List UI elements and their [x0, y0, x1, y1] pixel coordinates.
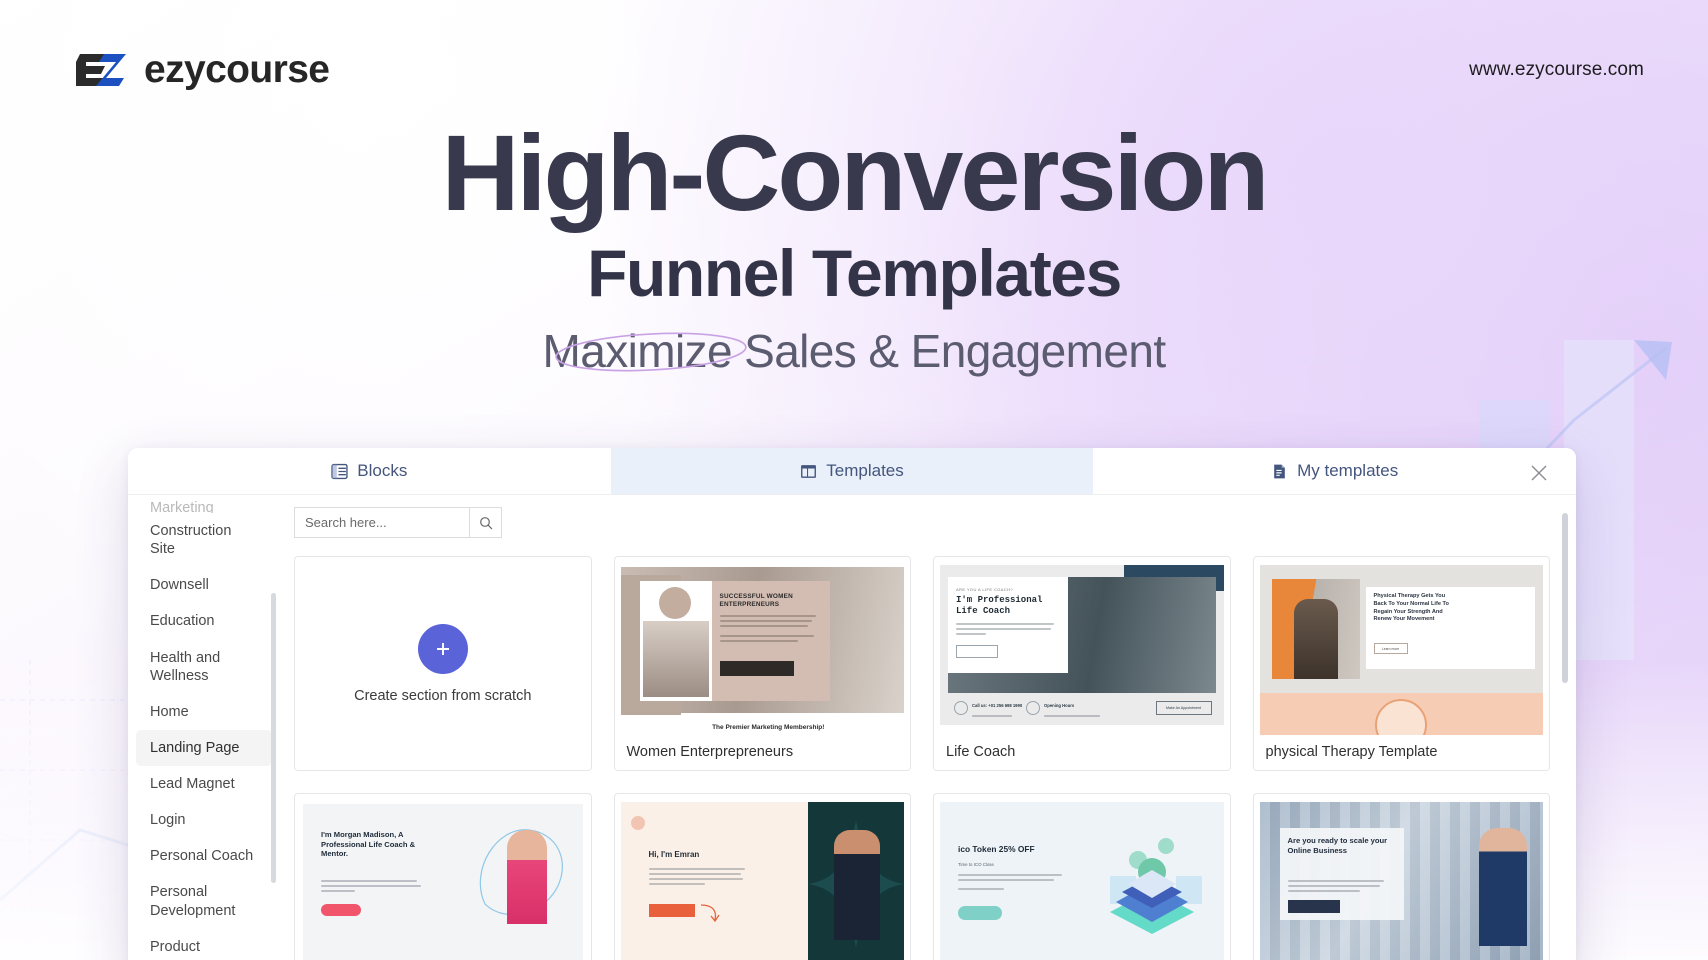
search-button[interactable]: [469, 507, 502, 538]
thumb-hours: Opening Hours: [1044, 703, 1075, 708]
templates-grid: Create section from scratch SUCCESSFUL W…: [294, 556, 1550, 960]
hero-subtitle: Funnel Templates: [587, 236, 1122, 311]
sidebar-item-clipped[interactable]: Marketing: [136, 499, 272, 513]
site-url: www.ezycourse.com: [1469, 59, 1644, 80]
sidebar-item-personal-development[interactable]: Personal Development: [136, 874, 272, 928]
template-thumbnail: Are you ready to scale your Online Busin…: [1254, 794, 1550, 960]
thumb-headline: ico Token 25% OFF: [958, 844, 1035, 854]
thumb-headline: I'm Morgan Madison, A Professional Life …: [321, 830, 416, 859]
template-picker-modal: Blocks Templates My templates Marketing: [128, 448, 1576, 960]
create-from-scratch-card[interactable]: Create section from scratch: [294, 556, 592, 771]
content-scrollbar[interactable]: [1562, 513, 1568, 683]
sidebar-item-education[interactable]: Education: [136, 603, 272, 639]
template-thumbnail: I'm Morgan Madison, A Professional Life …: [295, 794, 591, 960]
category-sidebar[interactable]: Marketing Construction Site Downsell Edu…: [128, 495, 280, 960]
hero-section: High-Conversion Funnel Templates Maximiz…: [0, 112, 1708, 378]
tab-blocks-label: Blocks: [357, 461, 408, 480]
template-card-title: Life Coach: [934, 735, 1230, 770]
sidebar-item-landing-page[interactable]: Landing Page: [136, 729, 272, 766]
hero-title: High-Conversion: [441, 112, 1269, 233]
sidebar-item-product[interactable]: Product: [136, 929, 272, 960]
templates-grid-icon: [801, 464, 817, 478]
thumb-headline: Are you ready to scale your Online Busin…: [1287, 836, 1388, 855]
sidebar-item-login[interactable]: Login: [136, 802, 272, 838]
tab-templates[interactable]: Templates: [610, 448, 1094, 494]
template-card[interactable]: I'm Morgan Madison, A Professional Life …: [294, 793, 592, 960]
plus-button[interactable]: [417, 623, 468, 674]
sidebar-scrollbar[interactable]: [271, 593, 276, 883]
template-card[interactable]: Are you ready to scale your Online Busin…: [1252, 793, 1550, 960]
thumb-headline: Hi, I'm Emran: [648, 850, 700, 859]
thumb-button: Learn more: [1373, 643, 1408, 654]
sidebar-item-construction-site[interactable]: Construction Site: [136, 513, 272, 567]
thumb-cta: Make An Appointment: [1155, 701, 1212, 715]
template-card[interactable]: Hi, I'm Emran: [613, 793, 911, 960]
template-card[interactable]: ARE YOU A LIFE COACH? I'm Professional L…: [933, 556, 1231, 771]
brand-logo[interactable]: ezycourse: [74, 48, 330, 92]
template-card-title: Women Enterprepreneurs: [614, 735, 910, 770]
templates-content: Create section from scratch SUCCESSFUL W…: [280, 495, 1576, 960]
thumb-footer: The Premier Marketing Membership!: [712, 724, 825, 731]
template-card[interactable]: Physical Therapy Gets You Back To Your N…: [1252, 556, 1550, 771]
tab-my-templates-label: My templates: [1297, 461, 1399, 480]
sidebar-item-lead-magnet[interactable]: Lead Magnet: [136, 766, 272, 802]
thumb-phone: Call us: +01 256 698 1990: [972, 703, 1023, 708]
thumb-subhead: Time to ICO Close: [958, 862, 994, 867]
thumb-decor-arrow: [700, 904, 720, 923]
template-card[interactable]: ico Token 25% OFF Time to ICO Close: [933, 793, 1231, 960]
template-card[interactable]: SUCCESSFUL WOMEN ENTERPRENEURS The Premi…: [613, 556, 911, 771]
modal-body: Marketing Construction Site Downsell Edu…: [128, 495, 1576, 960]
close-icon[interactable]: [1528, 462, 1550, 484]
hand-drawn-ellipse-icon: [554, 332, 747, 372]
brand-name: ezycourse: [144, 48, 330, 91]
thumb-eyebrow: ARE YOU A LIFE COACH?: [956, 587, 1014, 592]
sidebar-item-personal-coach[interactable]: Personal Coach: [136, 838, 272, 874]
search-icon: [479, 516, 492, 529]
template-thumbnail: Hi, I'm Emran: [615, 794, 911, 960]
thumb-headline: SUCCESSFUL WOMEN ENTERPRENEURS: [719, 593, 793, 608]
thumb-decor-pyramid: [1109, 838, 1202, 934]
template-thumbnail: ico Token 25% OFF Time to ICO Close: [934, 794, 1230, 960]
search-row: [294, 507, 1550, 538]
sidebar-item-home[interactable]: Home: [136, 694, 272, 730]
document-icon: [1274, 464, 1285, 478]
template-thumbnail: SUCCESSFUL WOMEN ENTERPRENEURS The Premi…: [615, 557, 911, 735]
sidebar-item-downsell[interactable]: Downsell: [136, 567, 272, 603]
modal-tabs: Blocks Templates My templates: [128, 448, 1576, 495]
tab-templates-label: Templates: [826, 461, 904, 480]
plus-icon: [436, 642, 449, 655]
ez-monogram-icon: [76, 54, 126, 86]
search-box: [294, 507, 502, 538]
create-from-scratch-label: Create section from scratch: [354, 687, 532, 704]
search-input[interactable]: [294, 507, 469, 538]
sidebar-item-health-and-wellness[interactable]: Health and Wellness: [136, 640, 272, 694]
thumb-headline: I'm Professional Life Coach: [956, 595, 1043, 617]
template-card-title: physical Therapy Template: [1253, 735, 1549, 770]
template-thumbnail: Physical Therapy Gets You Back To Your N…: [1254, 557, 1550, 735]
tab-my-templates[interactable]: My templates: [1093, 448, 1576, 494]
template-thumbnail: ARE YOU A LIFE COACH? I'm Professional L…: [934, 557, 1230, 735]
thumb-headline: Physical Therapy Gets You Back To Your N…: [1373, 593, 1449, 623]
tab-blocks[interactable]: Blocks: [128, 448, 611, 494]
blocks-layout-icon: [331, 463, 348, 479]
